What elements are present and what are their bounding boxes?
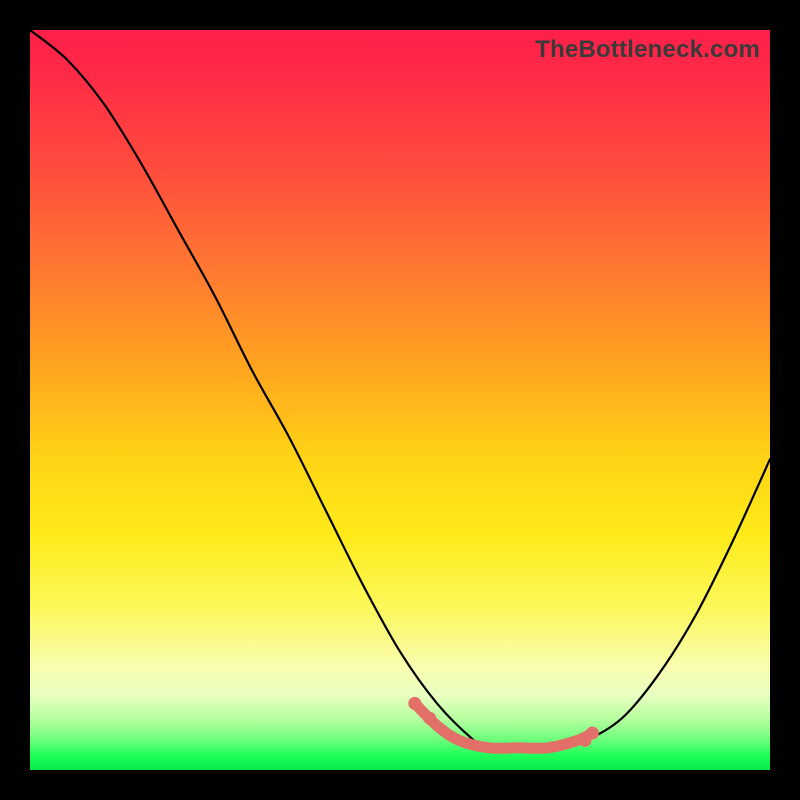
- outer-black-frame: TheBottleneck.com: [0, 0, 800, 800]
- watermark-text: TheBottleneck.com: [535, 36, 760, 64]
- highlight-dot: [408, 697, 421, 710]
- plot-area: TheBottleneck.com: [30, 30, 770, 770]
- highlight-dot: [586, 727, 599, 740]
- bottleneck-curve: [30, 30, 770, 748]
- bottleneck-curve-path: [30, 30, 770, 748]
- chart-svg: [30, 30, 770, 770]
- highlight-dot: [423, 712, 436, 725]
